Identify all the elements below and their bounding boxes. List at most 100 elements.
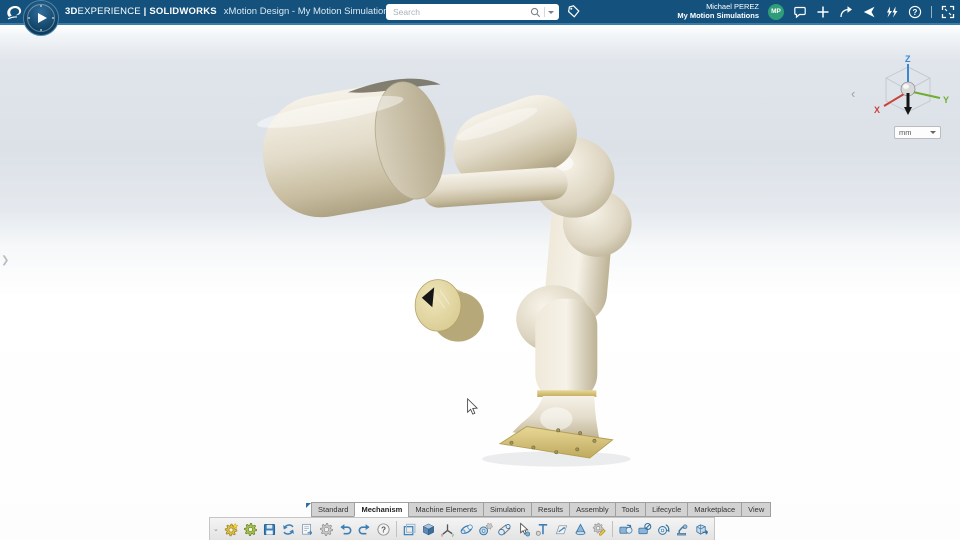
share-forward-button[interactable] [839,5,853,19]
search-scope-chevron-icon[interactable] [548,11,554,14]
mechanism-loop-icon [459,522,474,537]
gear-connection-icon [592,522,607,537]
viewport-3d[interactable]: ❯ ‹ Z X Y mm [0,25,960,540]
toolbar-separator [396,521,397,537]
belt-coupling-button[interactable] [495,520,514,539]
search-input[interactable] [391,6,527,18]
tag-icon [566,4,581,19]
tab-assembly[interactable]: Assembly [569,502,615,517]
motor-controller-button[interactable] [654,520,673,539]
user-block[interactable]: Michael PEREZ My Motion Simulations [677,3,759,20]
tab-machine-elements[interactable]: Machine Elements [408,502,483,517]
redo-button[interactable] [355,520,374,539]
coordinate-system-button[interactable]: xy [438,520,457,539]
import-export-icon [300,522,315,537]
svg-text:?: ? [381,525,386,534]
actions-button[interactable] [885,5,899,19]
chat-button[interactable] [793,5,807,19]
avatar-initials: MP [771,8,781,15]
global-search [386,4,559,20]
anchor-joint-button[interactable] [533,520,552,539]
simulation-new-button[interactable] [222,520,241,539]
robot-program-button[interactable] [673,520,692,539]
belt-coupling-icon [497,522,512,537]
add-button[interactable] [816,5,830,19]
compass-icon [26,3,56,33]
robot-gold-band[interactable] [537,390,596,397]
help-icon: ? [908,5,922,19]
user-workspace: My Motion Simulations [677,12,759,21]
reference-frame-button[interactable] [400,520,419,539]
chat-icon [793,5,807,19]
import-export-button[interactable] [298,520,317,539]
fullscreen-icon [941,5,955,19]
tag-button[interactable] [566,4,581,19]
undo-button[interactable] [336,520,355,539]
ball-joint-button[interactable] [476,520,495,539]
mechanism-loop-button[interactable] [457,520,476,539]
options-gear-button[interactable] [317,520,336,539]
update-refresh-icon [281,522,296,537]
orientation-viewcube[interactable]: Z X Y [860,52,952,128]
search-icon[interactable] [530,7,541,18]
mouse-cursor [468,399,478,414]
select-joint-icon [516,522,531,537]
tab-lifecycle[interactable]: Lifecycle [645,502,687,517]
export-simulation-button[interactable] [692,520,711,539]
update-refresh-button[interactable] [279,520,298,539]
cone-primitive-button[interactable] [571,520,590,539]
options-gear-icon [319,522,334,537]
units-caret-icon [930,131,936,134]
forward-arrow-icon [839,5,853,19]
ribbon-tabs: StandardMechanismMachine ElementsSimulat… [306,503,771,517]
fullscreen-button[interactable] [941,5,955,19]
rigid-group-button[interactable] [419,520,438,539]
motor-controller-icon [656,522,671,537]
axis-x-label: X [874,105,880,115]
search-divider [544,7,545,17]
tab-tools[interactable]: Tools [615,502,646,517]
toolbar-separator [612,521,613,537]
svg-text:?: ? [913,7,918,16]
plus-icon [816,5,830,19]
toolbar-collapse-icon[interactable]: ⌄ [213,525,219,533]
tab-view[interactable]: View [741,502,771,517]
brand-solidworks: SOLIDWORKS [149,6,216,17]
anchor-joint-icon [535,522,550,537]
workpiece-cylinder[interactable] [415,280,484,342]
app-title-menu[interactable]: xMotion Design - My Motion Simulations [224,6,403,17]
brand-text: 3DEXPERIENCE | SOLIDWORKS [65,6,217,17]
gear-connection-button[interactable] [590,520,609,539]
robot-arm-model[interactable] [253,72,631,458]
simulation-open-button[interactable] [241,520,260,539]
axis-z-label: Z [905,54,911,64]
select-joint-button[interactable] [514,520,533,539]
tab-standard[interactable]: Standard [311,502,354,517]
rotary-motor-button[interactable] [616,520,635,539]
coordinate-system-icon: xy [440,522,455,537]
simulation-new-icon [224,522,239,537]
viewcube-collapse-icon[interactable]: ‹ [851,87,855,100]
viewcube-icon: Z X Y [860,52,952,128]
axis-y-label: Y [943,95,949,105]
tab-mechanism[interactable]: Mechanism [354,502,408,517]
tab-results[interactable]: Results [531,502,569,517]
units-dropdown[interactable]: mm [894,126,941,139]
help-button[interactable]: ? [908,5,922,19]
export-simulation-icon [694,522,709,537]
rotary-motor-icon [618,522,633,537]
action-toolbar: ⌄ ? xy [209,517,715,540]
left-panel-expander-icon[interactable]: ❯ [1,255,9,266]
3dexperience-compass[interactable] [23,0,59,36]
help-button[interactable]: ? [374,520,393,539]
robot-forearm[interactable] [535,299,597,402]
save-icon [262,522,277,537]
tab-simulation[interactable]: Simulation [483,502,531,517]
share-button[interactable] [862,5,876,19]
save-button[interactable] [260,520,279,539]
avatar[interactable]: MP [768,4,784,20]
share-icon [862,5,876,19]
sketch-plane-button[interactable] [552,520,571,539]
linear-motor-button[interactable] [635,520,654,539]
tab-marketplace[interactable]: Marketplace [687,502,741,517]
